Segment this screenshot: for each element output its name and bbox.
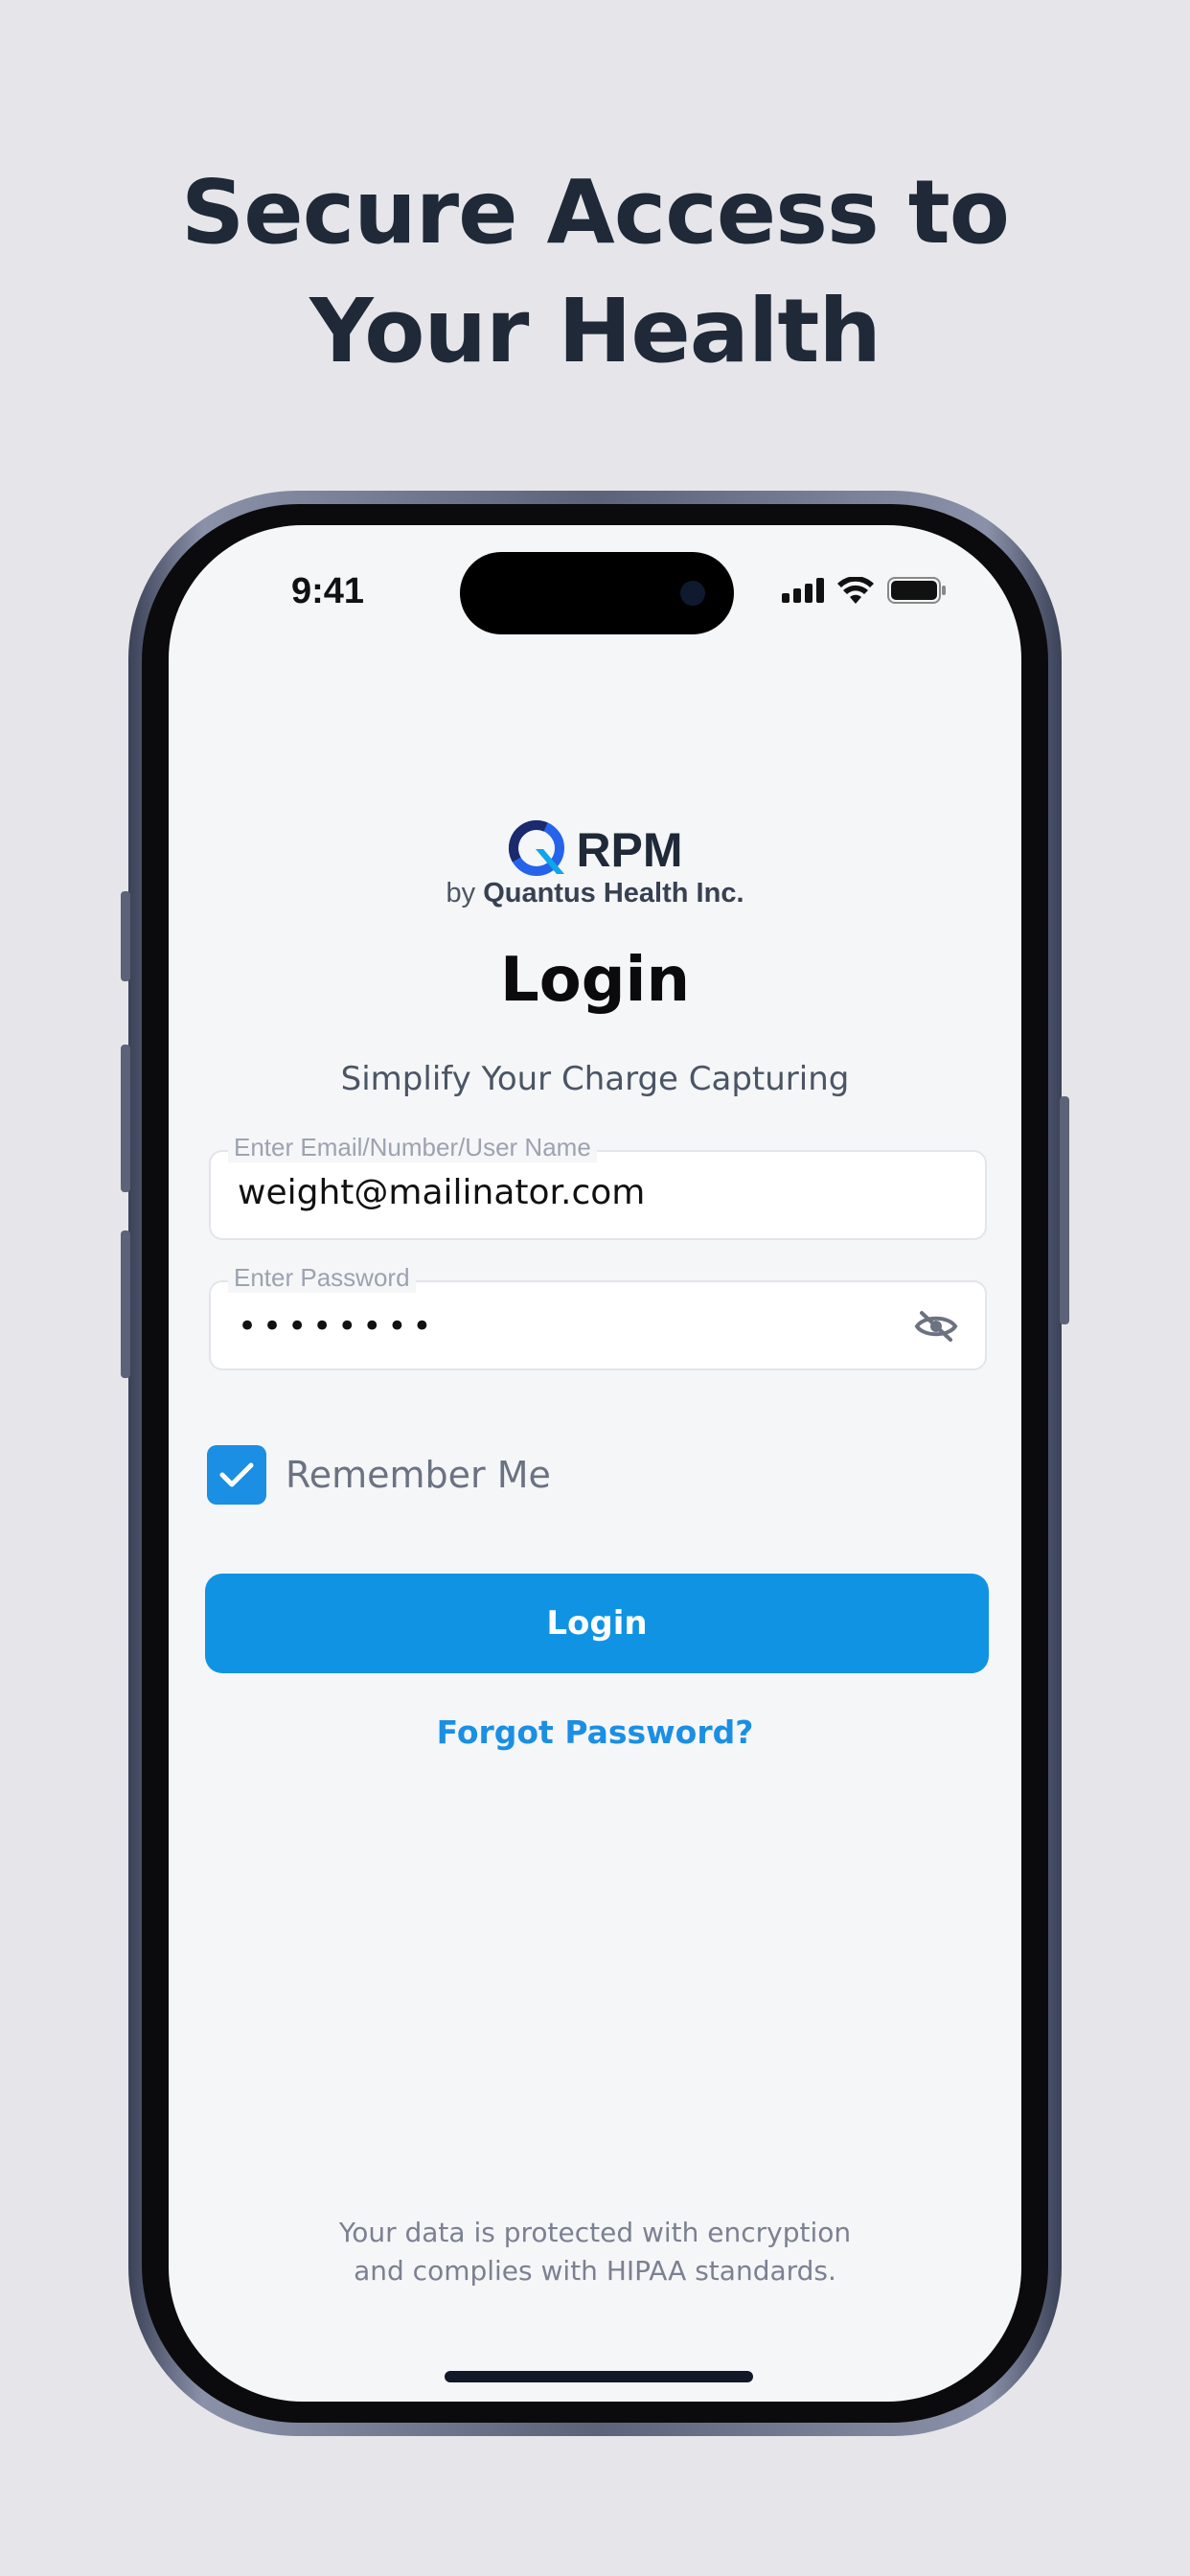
- status-icons: [782, 576, 947, 608]
- phone-screen: 9:41 RPM by Quantus Health Inc. Login Si…: [169, 525, 1021, 2402]
- wifi-icon: [837, 576, 874, 608]
- remember-label: Remember Me: [286, 1454, 551, 1496]
- company-name: Quantus Health Inc.: [483, 878, 744, 908]
- page-title: Login: [499, 945, 691, 1016]
- home-indicator[interactable]: [445, 2371, 753, 2382]
- byline-prefix: by: [446, 878, 476, 908]
- email-field[interactable]: Enter Email/Number/User Name weight@mail…: [209, 1133, 987, 1240]
- email-field-label: Enter Email/Number/User Name: [228, 1133, 597, 1162]
- quantus-q-icon: [507, 818, 566, 882]
- security-notice-line-1: Your data is protected with encryption: [338, 2217, 852, 2248]
- battery-icon: [887, 577, 947, 608]
- checkmark-icon: [219, 1462, 254, 1487]
- dynamic-island: [460, 552, 734, 634]
- security-notice: Your data is protected with encryption a…: [169, 2214, 1021, 2290]
- headline: Secure Access to Your Health: [0, 153, 1190, 391]
- password-field[interactable]: Enter Password ••••••••: [209, 1263, 987, 1370]
- signal-icon: [782, 578, 824, 607]
- password-value[interactable]: ••••••••: [238, 1307, 437, 1346]
- brand-byline: by Quantus Health Inc.: [169, 878, 1021, 909]
- brand-name: RPM: [576, 823, 683, 877]
- remember-me[interactable]: Remember Me: [207, 1445, 551, 1505]
- login-button[interactable]: Login: [205, 1574, 989, 1673]
- headline-line-2: Your Health: [309, 280, 881, 382]
- forgot-password-link[interactable]: Forgot Password?: [169, 1714, 1021, 1751]
- volume-up-button: [121, 1045, 130, 1192]
- action-button: [121, 891, 130, 981]
- page-subtitle: Simplify Your Charge Capturing: [340, 1060, 850, 1098]
- status-time: 9:41: [291, 571, 365, 611]
- remember-checkbox[interactable]: [207, 1445, 266, 1505]
- power-button: [1060, 1096, 1069, 1324]
- security-notice-line-2: and complies with HIPAA standards.: [354, 2255, 836, 2287]
- eye-slash-icon[interactable]: [914, 1309, 958, 1347]
- headline-line-1: Secure Access to: [181, 161, 1010, 264]
- password-field-label: Enter Password: [228, 1263, 416, 1293]
- brand-logo: RPM: [169, 818, 1021, 882]
- email-value[interactable]: weight@mailinator.com: [238, 1173, 645, 1212]
- volume-down-button: [121, 1230, 130, 1378]
